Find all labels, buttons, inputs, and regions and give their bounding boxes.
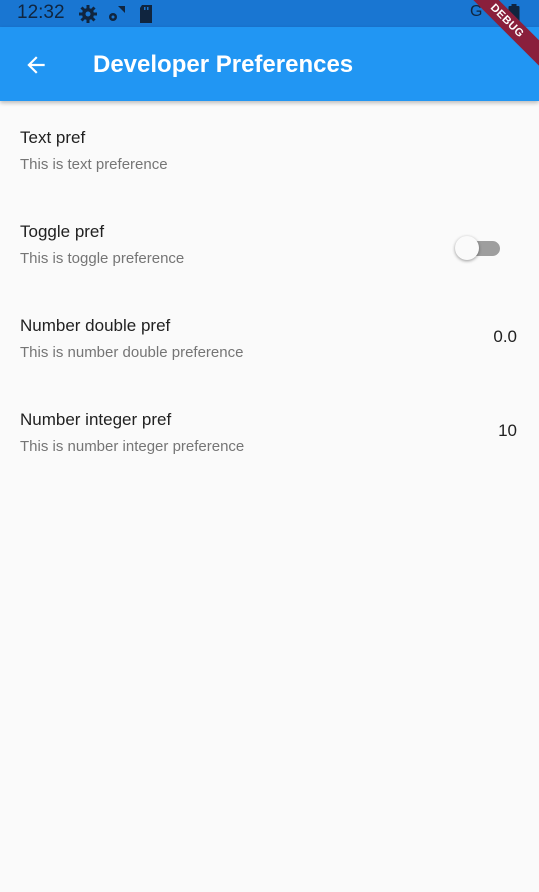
pref-text[interactable]: Text pref This is text preference: [0, 101, 539, 195]
pref-number-integer[interactable]: Number integer pref This is number integ…: [0, 383, 539, 477]
toggle-switch[interactable]: [455, 235, 501, 261]
page-title: Developer Preferences: [93, 51, 354, 78]
pref-title: Number integer pref: [20, 410, 172, 429]
pref-title: Toggle pref: [20, 222, 105, 241]
gear-icon: [78, 4, 98, 29]
pref-subtitle: This is number integer preference: [20, 438, 245, 455]
sd-card-icon: [138, 4, 154, 29]
pref-subtitle: This is text preference: [20, 156, 168, 173]
toggle-thumb: [455, 236, 479, 260]
status-time: 12:32: [17, 2, 65, 23]
back-button[interactable]: [18, 47, 54, 83]
app-bar: Developer Preferences: [0, 27, 539, 101]
pref-subtitle: This is number double preference: [20, 344, 244, 361]
pref-toggle[interactable]: Toggle pref This is toggle preference: [0, 195, 539, 289]
pref-subtitle: This is toggle preference: [20, 250, 185, 267]
status-bar: 12:32 G: [0, 0, 539, 27]
pref-value: 0.0: [493, 327, 517, 346]
pref-title: Text pref: [20, 128, 86, 147]
signal-icon: [107, 4, 127, 29]
preferences-list: Text pref This is text preference Toggle…: [0, 101, 539, 477]
arrow-back-icon: [27, 56, 45, 74]
pref-number-double[interactable]: Number double pref This is number double…: [0, 289, 539, 383]
pref-title: Number double pref: [20, 316, 171, 335]
pref-value: 10: [498, 421, 517, 440]
